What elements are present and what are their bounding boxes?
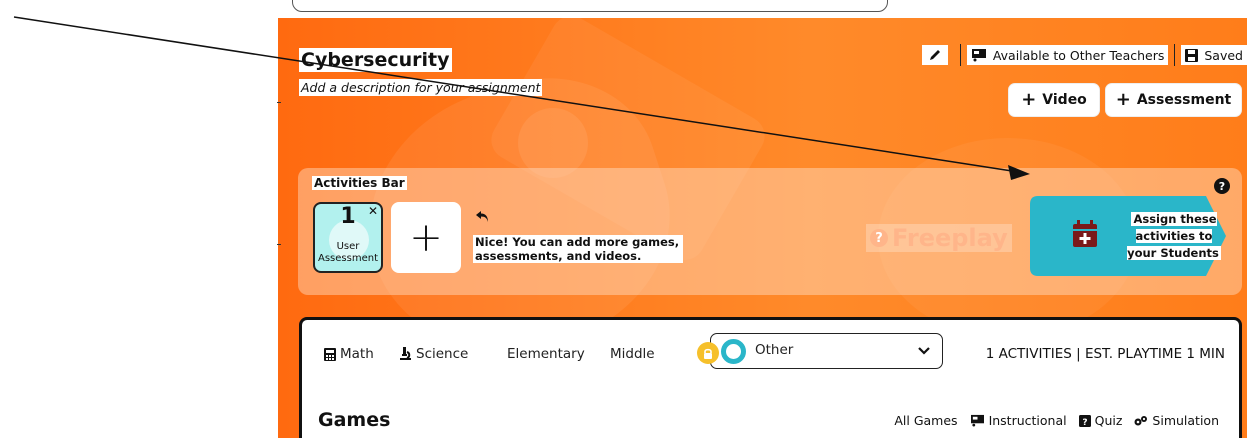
activity-browser: Math Science Elementary Middle Other 1 A… [299,317,1242,438]
tab-instructional-label: Instructional [988,413,1067,428]
level-filter-elementary[interactable]: Elementary [507,346,585,362]
assign-activities-button[interactable]: Assign these activities to your Students [1030,196,1226,276]
microscope-icon [400,347,411,360]
availability-label: Available to Other Teachers [992,47,1165,63]
saved-indicator: Saved [1181,45,1247,65]
activity-card-label: User Assessment [318,241,378,264]
subject-science-label: Science [416,346,469,362]
assignment-hero: Cybersecurity Add a description for your… [278,18,1247,438]
activities-bar-label: Activities Bar [312,176,407,190]
tab-instructional[interactable]: Instructional [970,413,1067,428]
teacher-board-icon [971,49,986,62]
level-filter-middle[interactable]: Middle [610,346,655,362]
divider [1174,44,1176,66]
save-icon [1185,48,1199,62]
availability-toggle[interactable]: Available to Other Teachers [966,45,1169,65]
plus-icon: + [1021,89,1037,110]
tab-simulation[interactable]: Simulation [1134,413,1219,428]
gears-icon [1134,415,1148,425]
pencil-icon[interactable] [921,45,948,65]
subject-filter-science[interactable]: Science [398,346,468,362]
edge-tick [277,102,281,103]
activity-hint-text: Nice! You can add more games, assessment… [473,235,683,263]
remove-activity-icon[interactable]: ✕ [368,204,378,218]
tab-quiz[interactable]: ? Quiz [1078,413,1123,428]
svg-text:?: ? [1082,418,1087,427]
games-tabs: All Games Instructional ? Quiz Simulatio… [894,413,1219,428]
add-activity-button[interactable]: + [391,202,461,273]
top-search-box[interactable] [292,0,888,12]
assign-label-wrap: Assign these activities to your Students [1126,211,1222,262]
teacher-board-icon [970,414,984,427]
question-square-icon: ? [1078,414,1091,427]
subject-math-label: Math [340,346,374,362]
tab-quiz-label: Quiz [1094,413,1123,428]
edge-tick [277,244,281,245]
calculator-icon [324,347,336,361]
category-select-value: Other [755,342,794,358]
add-video-label: Video [1042,92,1087,108]
freeplay-toggle[interactable]: ? Freeplay [866,224,1012,252]
saved-label: Saved [1204,47,1243,63]
add-video-button[interactable]: + Video [1008,83,1100,117]
assignment-description[interactable]: Add a description for your assignment [299,79,543,96]
activity-card[interactable]: 1 ✕ User Assessment [313,202,383,273]
header-actions: Available to Other Teachers Saved [921,44,1247,66]
tab-simulation-label: Simulation [1152,413,1219,428]
plus-icon: + [409,214,443,261]
activities-bar: Activities Bar ? 1 ✕ User Assessment + N… [298,168,1242,295]
lock-icon [697,342,719,364]
chevron-down-icon [918,347,930,355]
freeplay-label: Freeplay [892,224,1008,252]
activities-summary: 1 ACTIVITIES | EST. PLAYTIME 1 MIN [985,346,1225,362]
filter-bar: Math Science Elementary Middle Other 1 A… [302,320,1239,380]
divider [959,44,961,66]
tab-all-games-label: All Games [894,413,958,428]
subject-filter-math[interactable]: Math [324,346,374,362]
question-circle-icon: ? [870,229,888,247]
question-circle-icon[interactable]: ? [1214,178,1230,194]
calendar-plus-icon [1073,220,1097,247]
category-color-dot [721,339,746,364]
assignment-title[interactable]: Cybersecurity [299,48,452,72]
assign-label: Assign these activities to your Students [1127,212,1221,260]
tab-all-games[interactable]: All Games [894,413,957,428]
level-elementary-label: Elementary [507,346,585,362]
page: Cybersecurity Add a description for your… [0,0,1247,438]
level-middle-label: Middle [610,346,655,362]
add-assessment-button[interactable]: + Assessment [1105,83,1242,117]
undo-arrow-icon [476,211,488,222]
games-heading: Games [318,409,391,431]
add-assessment-label: Assessment [1136,92,1232,108]
plus-icon: + [1115,89,1131,110]
category-select[interactable]: Other [697,333,943,369]
